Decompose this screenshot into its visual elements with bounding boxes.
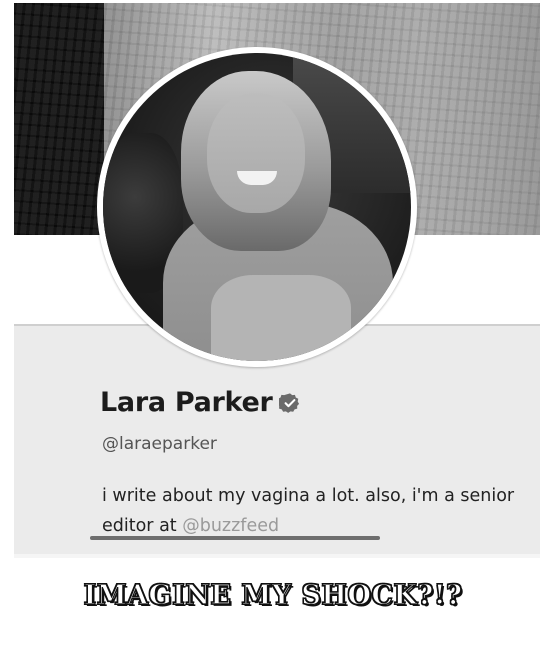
- profile-name-row: Lara Parker: [100, 387, 301, 418]
- bio-mention-link[interactable]: @buzzfeed: [182, 516, 279, 536]
- profile-bio: i write about my vagina a lot. also, i'm…: [102, 481, 522, 541]
- card-divider: [14, 554, 540, 558]
- meme-caption: IMAGINE MY SHOCK?!?: [83, 579, 463, 611]
- avatar-figure-top: [211, 275, 351, 361]
- profile-handle[interactable]: @laraeparker: [102, 434, 217, 454]
- verified-badge-icon: [276, 392, 301, 414]
- avatar-photo: [103, 53, 411, 361]
- highlight-underline: [90, 536, 380, 540]
- banner-shading: [420, 3, 540, 235]
- profile-avatar[interactable]: [97, 47, 417, 367]
- bio-text: i write about my vagina a lot. also, i'm…: [102, 486, 515, 536]
- profile-display-name[interactable]: Lara Parker: [100, 387, 273, 418]
- avatar-figure-face: [207, 93, 305, 213]
- meme-screenshot: Lara Parker @laraeparker i write about m…: [0, 0, 546, 646]
